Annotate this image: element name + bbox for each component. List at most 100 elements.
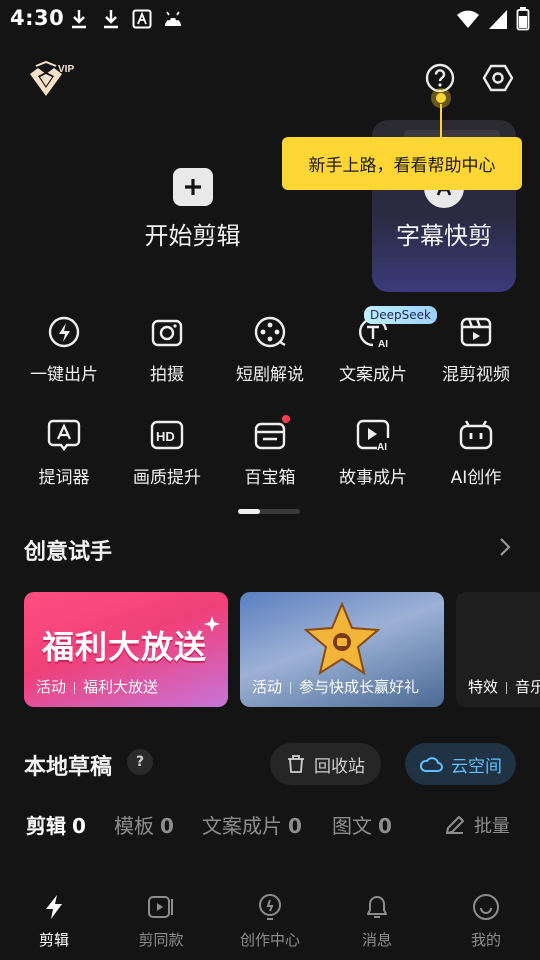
- tooltip-pointer-line: [440, 104, 442, 140]
- tool-label: 一键出片: [30, 365, 98, 385]
- download-icon: [104, 10, 118, 29]
- tools-row-1: 一键出片 拍摄 短剧解说 AI 文案成片 混剪视频: [12, 312, 528, 402]
- cloud-space-button[interactable]: 云空间: [405, 743, 516, 785]
- nav-profile[interactable]: 我的: [436, 893, 536, 953]
- creative-card-growth[interactable]: 活动 参与快成长赢好礼: [240, 592, 444, 707]
- card-tag: 活动 福利大放送: [36, 678, 159, 696]
- tool-label: 故事成片: [339, 468, 407, 488]
- nav-label: 剪辑: [38, 931, 69, 949]
- tool-camera[interactable]: 拍摄: [115, 312, 219, 402]
- tab-image-text[interactable]: 图文 0: [332, 810, 392, 839]
- tool-quality-enhance[interactable]: HD 画质提升: [115, 415, 219, 505]
- bell-icon: [367, 896, 387, 918]
- tool-label: 拍摄: [150, 365, 184, 385]
- vip-logo[interactable]: VIP: [26, 60, 78, 100]
- status-time: 4:30: [10, 6, 65, 30]
- vip-crown-icon: VIP: [30, 60, 74, 96]
- batch-label: 批量: [474, 816, 510, 837]
- tool-label: 混剪视频: [442, 365, 510, 385]
- lightning-icon: [46, 895, 62, 919]
- signal-icon: [489, 10, 507, 29]
- tool-story-to-video[interactable]: AI 故事成片: [321, 415, 425, 505]
- tools-page-indicator: [238, 509, 300, 514]
- batch-button[interactable]: 批量: [444, 812, 510, 838]
- settings-hexagon-icon: [482, 64, 514, 92]
- page-indicator-active: [238, 509, 260, 514]
- card-tag: 活动 参与快成长赢好礼: [252, 678, 420, 696]
- drafts-section-title: 本地草稿: [24, 755, 113, 780]
- help-center-tooltip[interactable]: 新手上路，看看帮助中心: [282, 137, 522, 190]
- tool-label: 短剧解说: [236, 365, 304, 385]
- tool-label: 文案成片: [339, 365, 407, 385]
- card-art-text: 福利大放送: [42, 628, 208, 666]
- toolbox-icon: [254, 422, 286, 450]
- cloud-icon: [419, 757, 443, 772]
- sparkle-icon: [204, 616, 220, 632]
- subtitle-quick-edit-label: 字幕快剪: [396, 222, 492, 250]
- film-reel-icon: [254, 316, 286, 348]
- star-trophy-icon: [304, 602, 380, 676]
- svg-text:HD: HD: [156, 429, 175, 444]
- status-notification-icons: [68, 8, 184, 30]
- nav-label: 消息: [361, 931, 392, 949]
- nav-label: 剪同款: [138, 931, 184, 949]
- tab-edit[interactable]: 剪辑 0: [26, 810, 86, 839]
- hd-icon: HD: [150, 420, 184, 450]
- play-ai-icon: AI: [356, 419, 390, 453]
- tool-mix-video[interactable]: 混剪视频: [424, 312, 528, 402]
- creative-card-welfare[interactable]: 福利大放送 活动 福利大放送: [24, 592, 228, 707]
- tab-script-video[interactable]: 文案成片 0: [202, 810, 302, 839]
- tool-label: 画质提升: [133, 468, 201, 488]
- clapperboard-icon: [460, 317, 492, 347]
- tool-ai-create[interactable]: AI创作: [424, 415, 528, 505]
- svg-text:AI: AI: [378, 339, 388, 350]
- tool-label: AI创作: [450, 468, 502, 488]
- wifi-icon: [457, 10, 479, 28]
- tool-label: 百宝箱: [244, 468, 296, 488]
- edit-pencil-icon: [446, 816, 464, 834]
- vip-text: VIP: [58, 64, 74, 75]
- status-bar: 4:30: [0, 0, 540, 38]
- nav-same-style[interactable]: 剪同款: [111, 893, 211, 953]
- creative-card-effects[interactable]: 特效 音乐: [456, 592, 540, 707]
- creative-more-button[interactable]: [494, 536, 516, 558]
- lightbulb-icon: [259, 894, 281, 920]
- smiley-icon: [473, 894, 499, 920]
- text-a-icon: [132, 9, 152, 29]
- recycle-bin-label: 回收站: [314, 756, 365, 777]
- tool-one-click-video[interactable]: 一键出片: [12, 312, 116, 402]
- tool-label: 提词器: [38, 468, 90, 488]
- download-icon: [72, 10, 86, 29]
- recycle-bin-button[interactable]: 回收站: [270, 743, 381, 785]
- tool-script-to-video[interactable]: AI 文案成片: [321, 312, 425, 402]
- start-edit-label: 开始剪辑: [144, 222, 241, 250]
- camera-icon: [151, 319, 183, 347]
- robot-icon: [459, 420, 493, 450]
- nav-label: 创作中心: [239, 931, 300, 949]
- trash-icon: [288, 755, 304, 773]
- nav-creator-center[interactable]: 创作中心: [220, 893, 320, 953]
- tools-row-2: 提词器 HD 画质提升 百宝箱 AI 故事成片 AI创作: [12, 415, 528, 505]
- tool-toolbox[interactable]: 百宝箱: [218, 415, 322, 505]
- tool-teleprompter[interactable]: 提词器: [12, 415, 116, 505]
- nav-label: 我的: [470, 931, 501, 949]
- tab-template[interactable]: 模板 0: [114, 810, 174, 839]
- notification-dot: [282, 415, 290, 423]
- android-icon: [165, 11, 181, 26]
- creative-section-title: 创意试手: [24, 540, 113, 565]
- teleprompter-icon: [47, 419, 81, 451]
- svg-text:AI: AI: [377, 442, 387, 453]
- tool-short-drama-commentary[interactable]: 短剧解说: [218, 312, 322, 402]
- plus-icon: [173, 168, 213, 206]
- nav-edit[interactable]: 剪辑: [4, 893, 104, 953]
- cloud-space-label: 云空间: [451, 756, 502, 777]
- lightning-circle-icon: [48, 316, 80, 348]
- status-system-icons: [456, 7, 530, 31]
- deepseek-badge: DeepSeek: [364, 306, 437, 324]
- drafts-help-button[interactable]: ?: [127, 749, 153, 775]
- battery-icon: [516, 7, 530, 31]
- chevron-right-icon: [500, 538, 511, 556]
- nav-messages[interactable]: 消息: [327, 893, 427, 953]
- bottom-navigation: 剪辑 剪同款 创作中心 消息 我的: [0, 885, 540, 960]
- settings-button[interactable]: [482, 62, 514, 94]
